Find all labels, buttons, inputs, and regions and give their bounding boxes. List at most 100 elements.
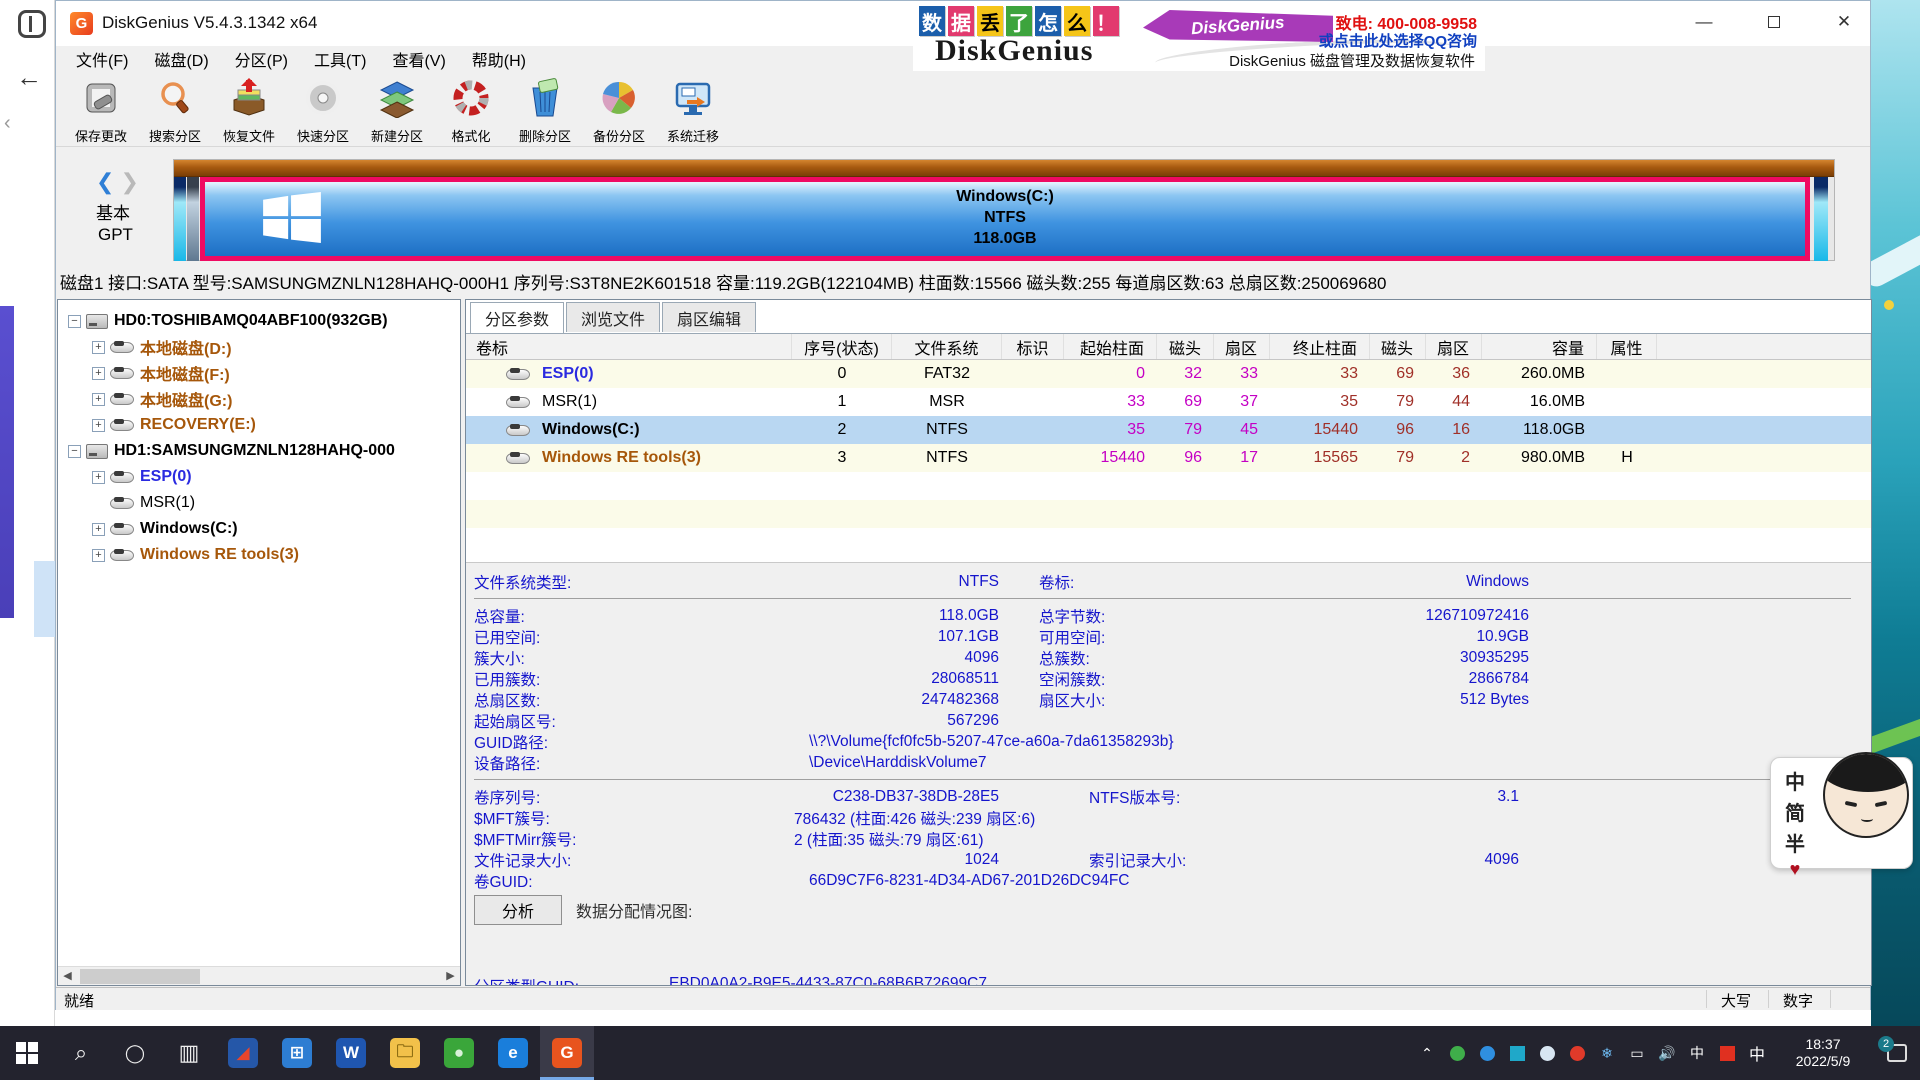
minimize-button[interactable]: — [1676,1,1732,43]
menu-item-1[interactable]: 磁盘(D) [154,47,208,71]
table-row[interactable]: Windows(C:)2NTFS357945154409616118.0GB [466,416,1871,444]
partition-sliver-msr[interactable] [187,177,199,261]
tray-snow-button[interactable]: ❄ [1592,1031,1622,1075]
expand-icon[interactable]: + [92,523,105,536]
maximize-button[interactable] [1746,1,1802,43]
menu-item-5[interactable]: 帮助(H) [472,47,526,71]
tab-2[interactable]: 扇区编辑 [662,302,756,332]
toolbar-button-new[interactable]: 新建分区 [360,72,434,146]
app-spark-taskbar-button[interactable]: ◢ [216,1026,270,1080]
toolbar-button-backup[interactable]: 备份分区 [582,72,656,146]
task-view-button[interactable]: ▥ [162,1026,216,1080]
menu-item-0[interactable]: 文件(F) [76,47,128,71]
table-row[interactable]: Windows RE tools(3)3NTFS1544096171556579… [466,444,1871,472]
tray-qq-button[interactable] [1532,1031,1562,1075]
column-header-4[interactable]: 起始柱面 [1064,334,1157,359]
tree-item-hd1-samsungmznln128hahq-000[interactable]: −HD1:SAMSUNGMZNLN128HAHQ-000 [58,438,460,464]
app-explorer-taskbar-button[interactable]: 🗀 [378,1026,432,1080]
column-header-10[interactable]: 容量 [1482,334,1597,359]
toolbar-button-migrate[interactable]: 系统迁移 [656,72,730,146]
tab-0[interactable]: 分区参数 [470,302,564,334]
table-empty-row[interactable] [466,528,1871,556]
tray-blue-button[interactable] [1472,1031,1502,1075]
ime-char-jian[interactable]: 简 [1785,797,1805,826]
tree-item-recovery-e-[interactable]: +RECOVERY(E:) [58,412,460,438]
tray-sogou-button[interactable] [1712,1031,1742,1075]
partition-sliver-esp[interactable] [174,177,186,261]
column-header-1[interactable]: 序号(状态) [792,334,892,359]
back-arrow-icon[interactable]: ← [16,62,42,93]
expand-icon[interactable]: + [92,471,105,484]
table-empty-row[interactable] [466,472,1871,500]
scrollbar-thumb[interactable] [80,969,200,984]
table-row[interactable]: ESP(0)0FAT3203233336936260.0MB [466,360,1871,388]
next-disk-icon[interactable]: ❯ [120,169,138,194]
ad-banner[interactable]: 数据丢了怎么！ DiskGenius DiskGenius 致电: 400-00… [913,2,1485,71]
app-green-taskbar-button[interactable]: ● [432,1026,486,1080]
analyze-button[interactable]: 分析 [474,895,562,925]
tray-battery-button[interactable]: ▭ [1622,1031,1652,1075]
tree-item-msr-1-[interactable]: MSR(1) [58,490,460,516]
toolbar-button-format[interactable]: 格式化 [434,72,508,146]
ime-status-panel[interactable]: 中 简 半 ♥ [1770,757,1913,869]
column-header-5[interactable]: 磁头 [1157,334,1214,359]
expand-icon[interactable]: + [92,367,105,380]
expand-icon[interactable]: + [92,419,105,432]
column-header-8[interactable]: 磁头 [1370,334,1426,359]
table-empty-row[interactable] [466,500,1871,528]
tree-item-hd0-toshibamq04abf100-932gb-[interactable]: −HD0:TOSHIBAMQ04ABF100(932GB) [58,308,460,334]
tree-item-esp-0-[interactable]: +ESP(0) [58,464,460,490]
partition-block-windows-c[interactable]: Windows(C:) NTFS 118.0GB [200,177,1810,261]
toolbar-button-save[interactable]: 保存更改 [64,72,138,146]
collapse-icon[interactable]: − [68,315,81,328]
scroll-left-icon[interactable]: ◀ [58,967,77,986]
menu-item-4[interactable]: 查看(V) [392,47,445,71]
column-header-7[interactable]: 终止柱面 [1270,334,1370,359]
column-header-9[interactable]: 扇区 [1426,334,1482,359]
column-header-6[interactable]: 扇区 [1214,334,1270,359]
table-row[interactable]: MSR(1)1MSR33693735794416.0MB [466,388,1871,416]
menu-item-3[interactable]: 工具(T) [314,47,366,71]
tray-green-button[interactable] [1442,1031,1472,1075]
expand-icon[interactable]: + [92,393,105,406]
column-header-2[interactable]: 文件系统 [892,334,1002,359]
tree-item--f-[interactable]: +本地磁盘(F:) [58,360,460,386]
ime-char-zhong[interactable]: 中 [1785,766,1805,795]
start-button[interactable] [0,1026,54,1080]
column-header-3[interactable]: 标识 [1002,334,1064,359]
taskbar-search-button[interactable]: ⌕ [54,1026,108,1080]
tree-item-windows-c-[interactable]: +Windows(C:) [58,516,460,542]
ime-char-ban[interactable]: 半 [1785,828,1805,857]
tree-horizontal-scrollbar[interactable]: ◀ ▶ [58,966,460,985]
prev-disk-icon[interactable]: ❮ [96,169,114,194]
banner-qq-link[interactable]: 或点击此处选择QQ咨询 [1319,30,1477,51]
app-word-taskbar-button[interactable]: W [324,1026,378,1080]
tab-1[interactable]: 浏览文件 [566,302,660,332]
toolbar-button-search[interactable]: 搜索分区 [138,72,212,146]
ime-indicator-button[interactable]: 中 [1742,1031,1772,1075]
tray-lang-button[interactable]: 中 [1682,1031,1712,1075]
tree-item--g-[interactable]: +本地磁盘(G:) [58,386,460,412]
tree-item--d-[interactable]: +本地磁盘(D:) [58,334,460,360]
taskbar-clock[interactable]: 18:37 2022/5/9 [1780,1036,1866,1070]
close-button[interactable]: ✕ [1816,1,1872,43]
expand-icon[interactable]: + [92,549,105,562]
chevron-left-icon[interactable]: ‹ [4,112,11,135]
partition-sliver-re-tools[interactable] [1814,177,1828,261]
scroll-right-icon[interactable]: ▶ [441,967,460,986]
tray-teal-button[interactable] [1502,1031,1532,1075]
menu-item-2[interactable]: 分区(P) [235,47,288,71]
action-center-button[interactable]: 2 [1874,1026,1920,1080]
app-edge-taskbar-button[interactable]: e [486,1026,540,1080]
tray-red-button[interactable] [1562,1031,1592,1075]
tray-volume-button[interactable]: 🔊 [1652,1031,1682,1075]
tree-item-windows-re-tools-3-[interactable]: +Windows RE tools(3) [58,542,460,568]
app-diskgenius-taskbar-button[interactable]: G [540,1026,594,1080]
toolbar-button-delete[interactable]: 删除分区 [508,72,582,146]
tray-expand-button[interactable]: ⌃ [1412,1031,1442,1075]
column-header-0[interactable]: 卷标 [466,334,792,359]
heart-icon[interactable]: ♥ [1790,859,1801,880]
expand-icon[interactable]: + [92,341,105,354]
toolbar-button-quick[interactable]: 快速分区 [286,72,360,146]
toolbar-button-recover[interactable]: 恢复文件 [212,72,286,146]
